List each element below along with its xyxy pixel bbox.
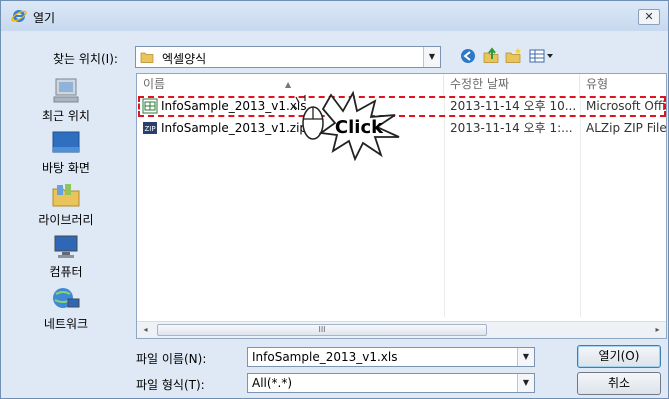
file-type-value: All(*.*): [252, 376, 293, 390]
place-label: 바탕 화면: [42, 161, 90, 175]
scroll-right-icon[interactable]: ▸: [649, 322, 666, 338]
recent-places-icon: [53, 78, 79, 103]
file-type-select[interactable]: All(*.*) ▼: [247, 373, 535, 393]
place-computer[interactable]: 컴퓨터: [3, 233, 129, 280]
up-folder-icon[interactable]: [482, 47, 500, 65]
place-network[interactable]: 네트워크: [3, 285, 129, 332]
scroll-thumb[interactable]: III: [157, 324, 487, 336]
svg-text:ZIP: ZIP: [144, 125, 155, 133]
open-file-dialog: 열기 ✕ 찾는 위치(I): 엑셀양식 ▼ 최근 위치 바탕 화면 라이브러리 …: [0, 0, 669, 399]
place-label: 네트워크: [43, 317, 89, 331]
file-date: 2013-11-14 오후 1:...: [450, 121, 573, 135]
close-icon: ✕: [644, 10, 654, 23]
file-name-input[interactable]: InfoSample_2013_v1.xls ▼: [247, 347, 535, 367]
scroll-left-icon[interactable]: ◂: [137, 322, 154, 338]
view-menu-icon[interactable]: [529, 47, 555, 65]
chevron-down-icon[interactable]: ▼: [423, 47, 440, 67]
place-desktop[interactable]: 바탕 화면: [3, 129, 129, 176]
place-recent[interactable]: 최근 위치: [3, 77, 129, 124]
file-name-label: 파일 이름(N):: [136, 352, 207, 366]
column-header-date[interactable]: 수정한 날짜: [444, 74, 580, 95]
click-text: Click: [335, 117, 384, 138]
cancel-button[interactable]: 취소: [577, 372, 661, 395]
chevron-down-icon[interactable]: ▼: [517, 348, 534, 366]
desktop-icon: [52, 131, 80, 153]
file-name-value: InfoSample_2013_v1.xls: [252, 350, 398, 364]
file-type: ALZip ZIP File: [586, 121, 667, 135]
place-label: 라이브러리: [38, 213, 94, 227]
network-icon: [53, 288, 80, 308]
look-in-label: 찾는 위치(I):: [53, 52, 118, 66]
places-bar: 최근 위치 바탕 화면 라이브러리 컴퓨터 네트워크: [3, 73, 129, 341]
file-name: InfoSample_2013_v1.zip: [161, 121, 308, 135]
place-label: 최근 위치: [42, 109, 90, 123]
close-button[interactable]: ✕: [638, 9, 660, 25]
new-folder-icon[interactable]: [505, 47, 523, 65]
window-title: 열기: [33, 11, 56, 25]
libraries-icon: [52, 184, 80, 207]
folder-icon: [140, 52, 154, 63]
file-type-label: 파일 형식(T):: [136, 378, 205, 392]
place-label: 컴퓨터: [49, 265, 83, 279]
zip-file-icon: ZIP: [143, 122, 157, 134]
internet-explorer-icon: [11, 10, 27, 22]
chevron-down-icon[interactable]: ▼: [517, 374, 534, 392]
back-icon[interactable]: [459, 47, 477, 65]
click-annotation: Click: [292, 90, 400, 161]
open-button[interactable]: 열기(O): [577, 345, 661, 368]
look-in-dropdown[interactable]: 엑셀양식 ▼: [135, 46, 441, 68]
column-header-type[interactable]: 유형: [580, 74, 666, 95]
horizontal-scrollbar[interactable]: ◂ III ▸: [137, 321, 666, 338]
place-libraries[interactable]: 라이브러리: [3, 181, 129, 228]
title-bar[interactable]: 열기 ✕: [1, 1, 668, 31]
computer-icon: [54, 235, 78, 258]
mouse-cursor-icon: [292, 95, 324, 140]
look-in-value: 엑셀양식: [162, 52, 207, 66]
